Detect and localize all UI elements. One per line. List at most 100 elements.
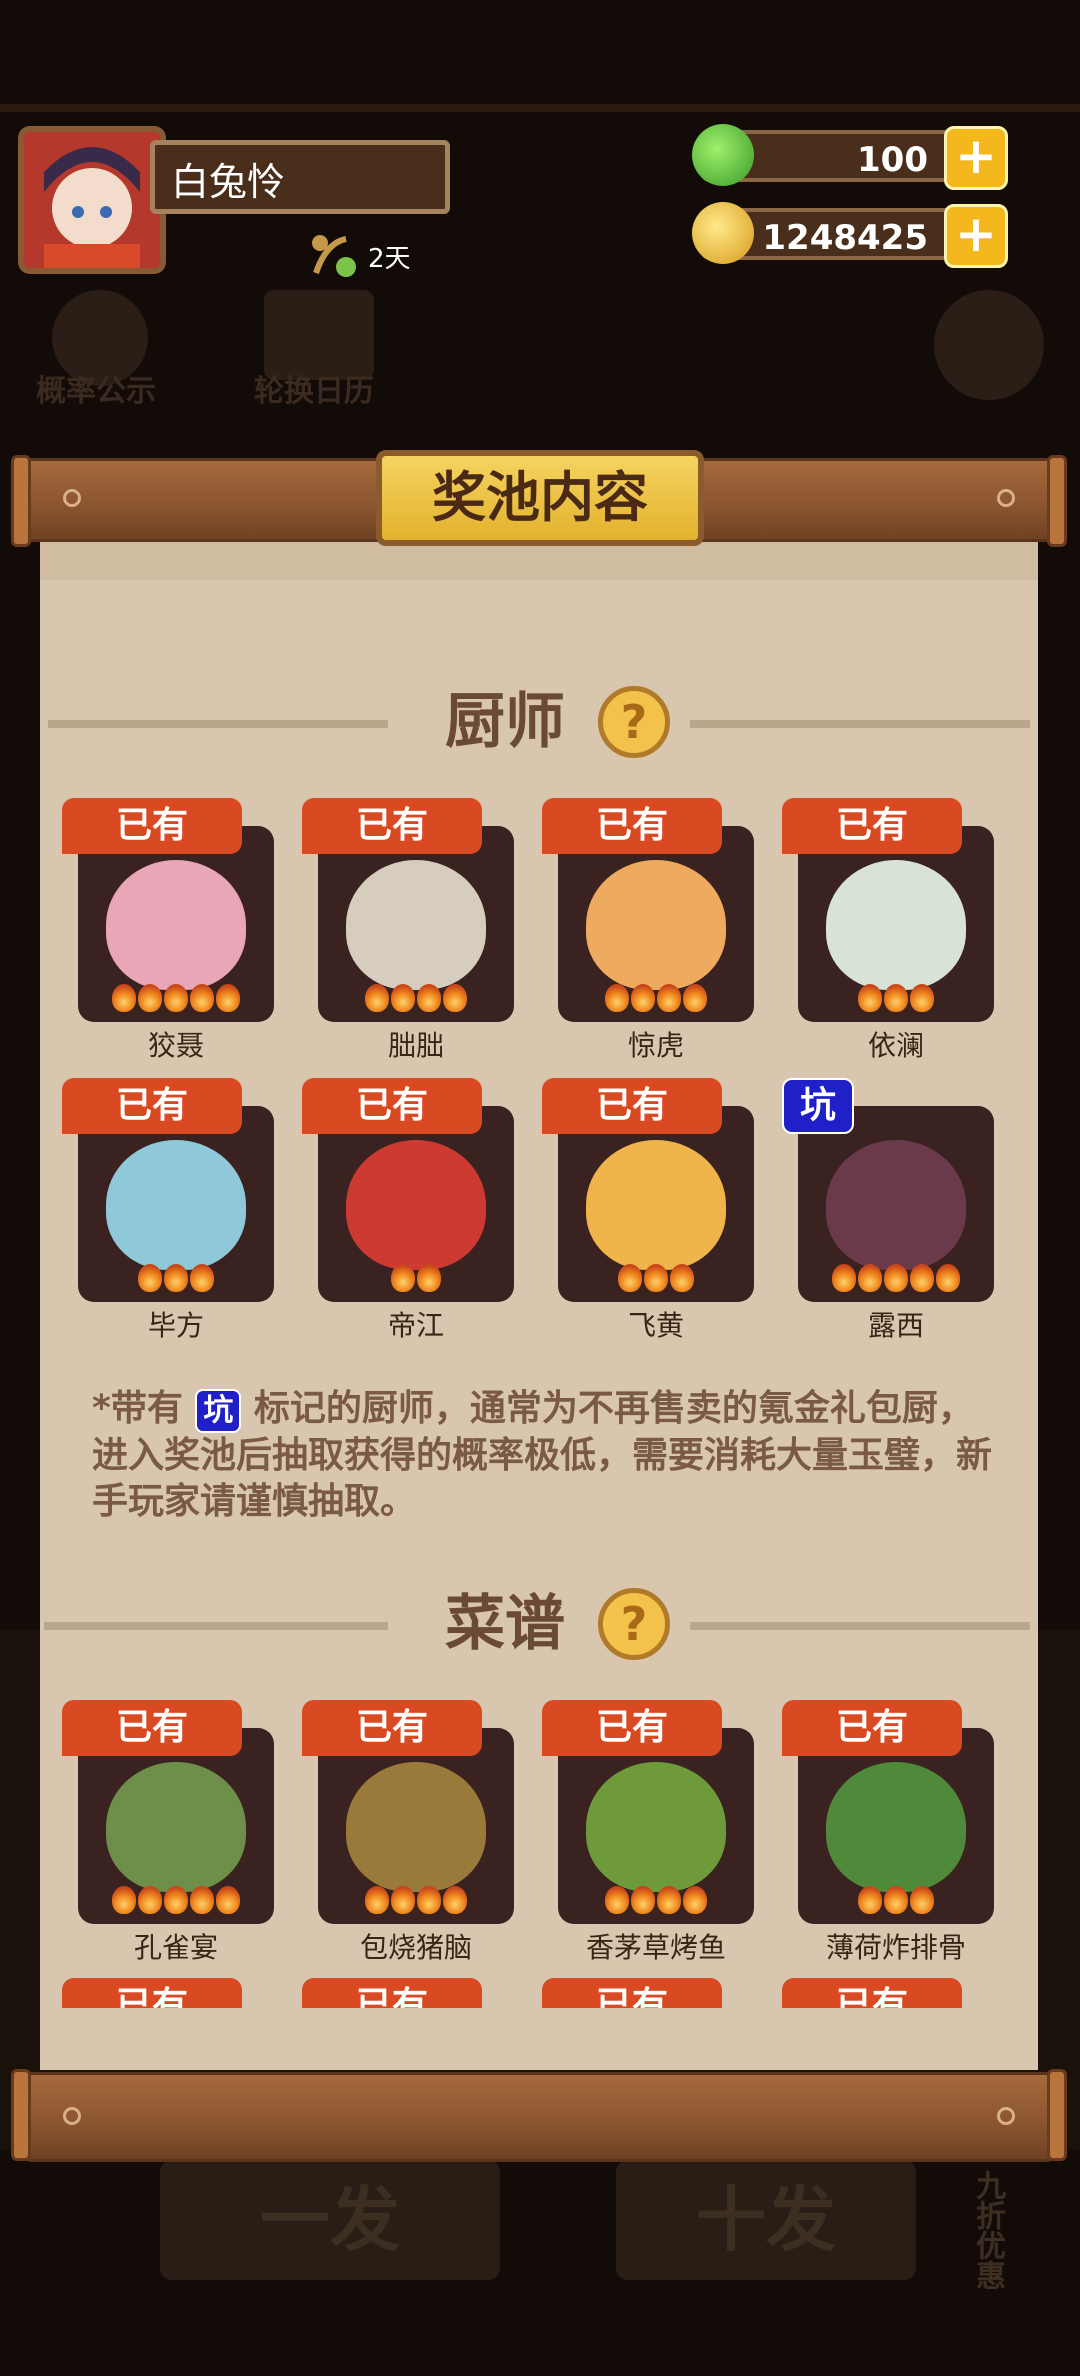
note-pit-badge: 坑 [195,1389,242,1433]
rarity-flames [558,1264,754,1292]
chef-portrait [318,1106,514,1302]
chef-portrait [78,826,274,1022]
rarity-flames [798,1886,994,1914]
green-jade-icon [692,124,754,186]
chef-name: 帝江 [387,1309,444,1342]
chef-card[interactable]: 已有朏朏 [302,798,514,1068]
flame-icon [138,1264,162,1292]
chef-card[interactable]: 已有 惊虎 [542,798,754,1068]
discount-label: 九折优惠 [970,2170,1005,2290]
chef-name: 依澜 [867,1029,924,1062]
owned-badge: 已有 [302,1078,482,1134]
flame-icon [910,1886,934,1914]
owned-badge: 已有 [782,1978,962,2008]
owned-badge: 已有 [542,1700,722,1756]
flame-icon [164,984,188,1012]
pit-note: *带有 坑 标记的厨师，通常为不再售卖的氪金礼包厨，进入奖池后抽取获得的概率极低… [92,1386,992,1525]
recipe-card[interactable]: 已有 香茅草烤鱼 [542,1700,754,1970]
player-avatar[interactable] [18,126,166,274]
single-draw-button: 一发 [160,2160,500,2280]
chef-card[interactable]: 已有 狡聂 [62,798,274,1068]
pit-badge: 坑 [782,1078,854,1134]
gold-coin-icon [692,202,754,264]
recipe-illustration-icon [826,1762,966,1892]
rarity-flames [318,984,514,1012]
login-days: 2天 [306,235,411,277]
owned-badge: 已有 [782,1700,962,1756]
owned-badge: 已有 [302,798,482,854]
recipe-illustration-icon [346,1762,486,1892]
leaf-sprout-icon [312,235,356,277]
flame-icon [190,1264,214,1292]
coin-amount: 1248425 [762,218,928,258]
flame-icon [910,1264,934,1292]
flame-icon [443,984,467,1012]
rarity-flames [318,1264,514,1292]
add-jade-button[interactable]: + [944,126,1008,190]
chef-illustration-icon [106,860,246,990]
flame-icon [858,1264,882,1292]
chef-portrait [78,1106,274,1302]
chef-card[interactable]: 坑露西 [782,1078,994,1348]
chef-section-header: 厨师 ? [40,682,1038,762]
rarity-flames [558,984,754,1012]
recipe-portrait [78,1728,274,1924]
chef-illustration-icon [346,1140,486,1270]
owned-badge: 已有 [62,1700,242,1756]
calendar-label: 轮换日历 [254,374,374,409]
recipe-card[interactable]: 已有孔雀宴 [62,1700,274,1970]
chef-name: 朏朏 [387,1029,444,1062]
owned-badge: 已有 [62,798,242,854]
chef-portrait [798,826,994,1022]
chef-card[interactable]: 已有 依澜 [782,798,994,1068]
flame-icon [365,1886,389,1914]
chef-name: 惊虎 [627,1029,684,1062]
flame-icon [443,1886,467,1914]
scroll-rod-bottom [11,2069,1067,2162]
flame-icon [216,1886,240,1914]
flame-icon [417,1886,441,1914]
rarity-flames [318,1886,514,1914]
jade-currency: 100 + [692,124,1008,190]
chef-portrait [798,1106,994,1302]
owned-badge: 已有 [302,1978,482,2008]
panel-title: 奖池内容 [376,450,704,546]
rarity-flames [78,1886,274,1914]
flame-icon [670,1264,694,1292]
recipe-name: 薄荷炸排骨 [825,1931,966,1964]
add-coins-button[interactable]: + [944,204,1008,268]
chef-name: 毕方 [147,1309,204,1342]
flame-icon [138,1886,162,1914]
chef-card[interactable]: 已有 毕方 [62,1078,274,1348]
flame-icon [112,984,136,1012]
chef-name: 飞黄 [627,1309,684,1342]
recipe-help-icon[interactable]: ? [598,1588,670,1660]
owned-badge: 已有 [542,1078,722,1134]
recipe-card[interactable]: 已有 包烧猪脑 [302,1700,514,1970]
recipe-name: 孔雀宴 [133,1931,218,1964]
ten-draw-button: 十发 [616,2160,916,2280]
chef-name: 露西 [867,1309,924,1342]
chef-help-icon[interactable]: ? [598,686,670,758]
recipe-card[interactable]: 已有薄荷炸排骨 [782,1700,994,1970]
flame-icon [910,984,934,1012]
flame-icon [190,984,214,1012]
chef-card[interactable]: 已有帝江 [302,1078,514,1348]
recipe-illustration-icon [586,1762,726,1892]
flame-icon [884,984,908,1012]
rarity-flames [78,984,274,1012]
flame-icon [884,1264,908,1292]
chef-card[interactable]: 已有飞黄 [542,1078,754,1348]
flame-icon [164,1264,188,1292]
flame-icon [644,1264,668,1292]
flame-icon [417,984,441,1012]
flame-icon [190,1886,214,1914]
recipe-illustration-icon [106,1762,246,1892]
chef-illustration-icon [586,860,726,990]
probability-label: 概率公示 [36,374,156,409]
recipe-portrait [798,1728,994,1924]
flame-icon [884,1886,908,1914]
flame-icon [391,1264,415,1292]
flame-icon [832,1264,856,1292]
flame-icon [391,984,415,1012]
